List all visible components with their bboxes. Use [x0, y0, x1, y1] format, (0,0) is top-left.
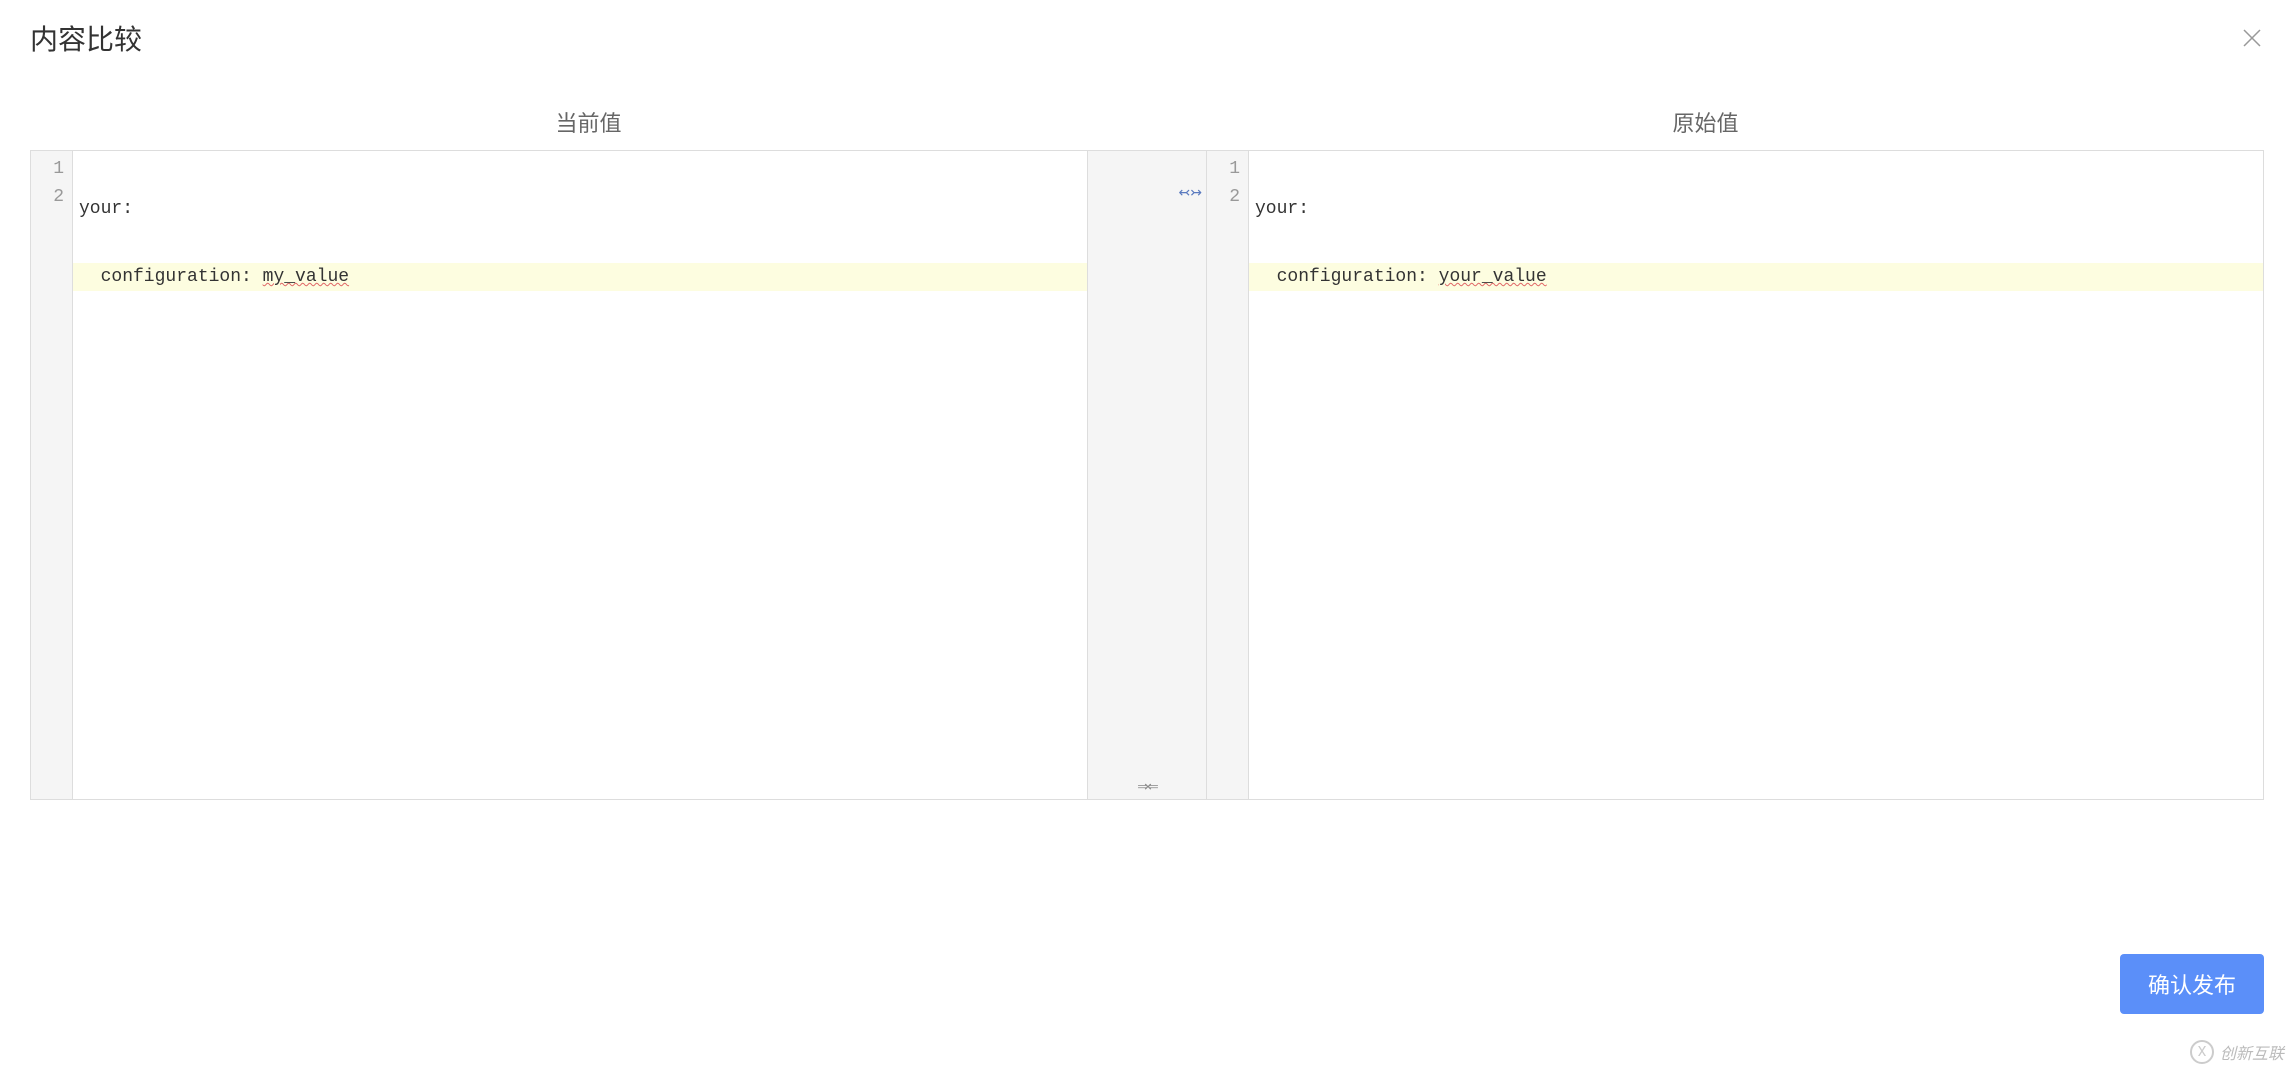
code-text: configuration: — [79, 267, 263, 287]
right-gutter: 1 2 — [1207, 151, 1249, 799]
diff-nav-icon[interactable]: ⇒⇐ — [1137, 779, 1156, 795]
dialog-title: 内容比较 — [30, 18, 142, 58]
code-line-diff: configuration: my_value — [73, 263, 1087, 291]
line-number: 2 — [31, 183, 72, 211]
code-text: configuration: — [1255, 267, 1439, 287]
code-line: your: — [1249, 195, 2263, 223]
left-code-area[interactable]: your: configuration: my_value — [73, 151, 1087, 799]
code-line: your: — [73, 195, 1087, 223]
close-icon — [2240, 26, 2264, 50]
code-value: my_value — [263, 267, 349, 287]
diff-connector: ↢↣ ⇒⇐ — [1087, 151, 1207, 799]
line-number: 1 — [1207, 155, 1248, 183]
current-value-label: 当前值 — [30, 106, 1147, 138]
code-text: your: — [79, 199, 133, 219]
watermark-text: 创新互联 — [2220, 1040, 2284, 1064]
right-editor[interactable]: 1 2 your: configuration: your_value — [1207, 151, 2263, 799]
line-number: 2 — [1207, 183, 1248, 211]
watermark-icon: X — [2190, 1040, 2214, 1064]
left-editor[interactable]: 1 2 your: configuration: my_value — [31, 151, 1087, 799]
diff-container: 1 2 your: configuration: my_value ↢↣ ⇒⇐ … — [30, 150, 2264, 800]
close-button[interactable] — [2240, 26, 2264, 50]
original-value-label: 原始值 — [1147, 106, 2264, 138]
dialog-footer: 确认发布 — [2120, 954, 2264, 1014]
left-gutter: 1 2 — [31, 151, 73, 799]
line-number: 1 — [31, 155, 72, 183]
watermark: X 创新互联 — [2190, 1040, 2284, 1064]
diff-marker-icon[interactable]: ↢↣ — [1179, 185, 1202, 201]
code-value: your_value — [1439, 267, 1547, 287]
code-text: your: — [1255, 199, 1309, 219]
column-labels: 当前值 原始值 — [0, 76, 2294, 150]
right-code-area[interactable]: your: configuration: your_value — [1249, 151, 2263, 799]
code-line-diff: configuration: your_value — [1249, 263, 2263, 291]
confirm-publish-button[interactable]: 确认发布 — [2120, 954, 2264, 1014]
dialog-header: 内容比较 — [0, 0, 2294, 76]
